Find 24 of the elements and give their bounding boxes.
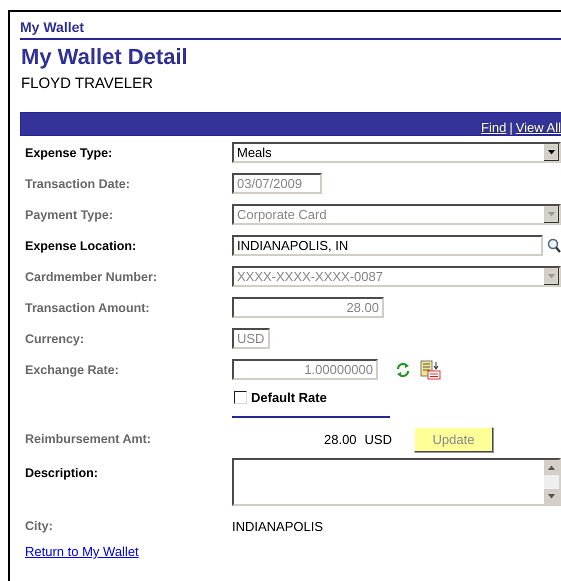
breadcrumb-title: My Wallet (20, 19, 84, 35)
return-link[interactable]: Return to My Wallet (25, 544, 139, 559)
field-label: Expense Type: (24, 146, 114, 160)
field-label: Expense Location: (24, 238, 138, 252)
field-label: Cardmember Number: (24, 270, 158, 284)
field-label: Description: (24, 465, 99, 480)
location-field[interactable]: INDIANAPOLIS, IN (232, 235, 543, 256)
page-title: My Wallet Detail (21, 44, 189, 70)
field-label: Transaction Date: (24, 176, 131, 190)
field-label: Payment Type: (24, 208, 114, 222)
dropdown-field[interactable]: Meals (232, 142, 561, 163)
employee-name: FLOYD TRAVELER (21, 75, 154, 92)
amount-text: 28.00 (324, 432, 357, 446)
field-label: City: (24, 519, 54, 533)
currency-text: USD (364, 432, 392, 446)
grid-link[interactable]: Find (481, 120, 506, 135)
city-value: INDIANAPOLIS (232, 518, 324, 534)
field-label: Transaction Amount: (24, 300, 151, 314)
checkbox-label: Default Rate (251, 390, 327, 404)
field-label: Exchange Rate: (24, 362, 120, 376)
field-label: Currency: (24, 332, 86, 346)
grid-link[interactable]: View All (516, 120, 561, 135)
link-separator: | (509, 120, 513, 135)
field-label: Reimbursement Amt: (24, 432, 152, 446)
